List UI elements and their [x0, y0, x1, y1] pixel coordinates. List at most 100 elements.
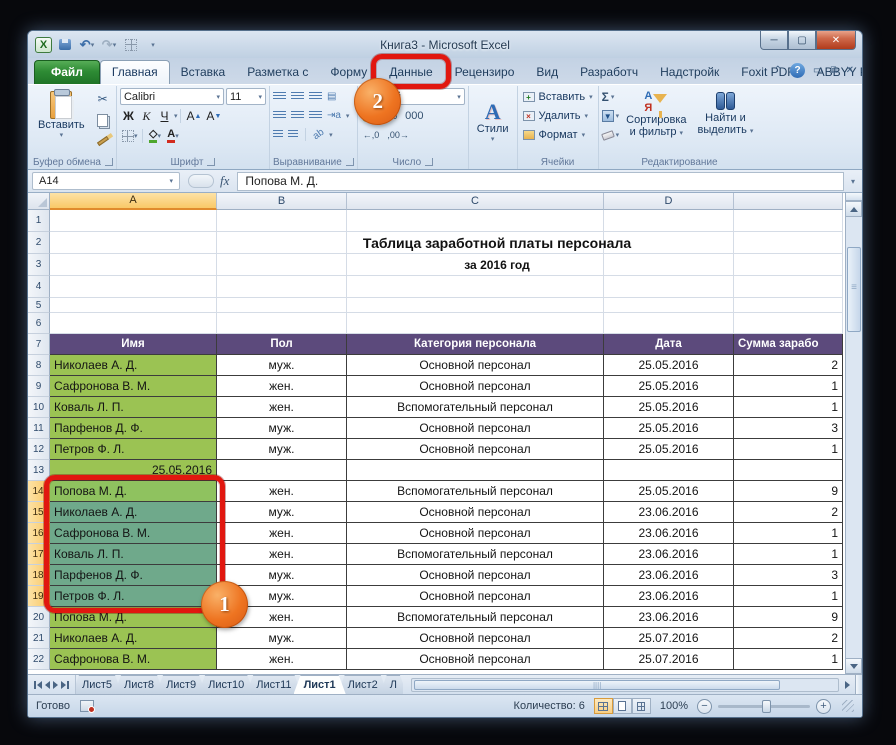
select-all-corner[interactable] — [28, 193, 50, 210]
format-painter-button[interactable] — [93, 132, 113, 150]
cell-r3c0[interactable] — [50, 254, 217, 276]
cell-D21[interactable]: 25.07.2016 — [604, 628, 734, 649]
workbook-minimize-icon[interactable]: ▭ — [813, 65, 822, 76]
font-dialog-launcher[interactable] — [207, 158, 216, 166]
cell-C22[interactable]: Основной персонал — [347, 649, 604, 670]
cell-r5c3[interactable] — [604, 298, 734, 313]
restore-button[interactable]: ▢ — [788, 31, 816, 50]
decrease-indent-icon[interactable] — [272, 130, 283, 139]
cell-r6c1[interactable] — [217, 313, 347, 334]
cell-A10[interactable]: Коваль Л. П. — [50, 397, 217, 418]
increase-decimal-button[interactable]: ←,0 — [363, 130, 380, 140]
row-header-10[interactable]: 10 — [28, 397, 50, 418]
sheet-tab-Лист2[interactable]: Лист2 — [338, 675, 388, 694]
cell-A19[interactable]: Петров Ф. Л. — [50, 586, 217, 607]
font-color-button[interactable]: А ▾ — [164, 128, 181, 145]
table-header-Имя[interactable]: Имя — [50, 334, 217, 355]
cell-E15[interactable]: 2 — [734, 502, 843, 523]
cell-r1c2[interactable] — [347, 210, 604, 232]
column-header-E[interactable] — [734, 193, 843, 210]
number-format-select[interactable]: Общий ▾ — [360, 88, 465, 105]
cut-button[interactable]: ✂ — [93, 90, 113, 108]
decrease-decimal-button[interactable]: ,00→ — [387, 130, 409, 140]
find-select-button[interactable]: Найти и выделить ▾ — [694, 88, 758, 140]
page-layout-view-button[interactable] — [612, 698, 632, 714]
cell-C16[interactable]: Основной персонал — [347, 523, 604, 544]
cell-B9[interactable]: жен. — [217, 376, 347, 397]
cell-A20[interactable]: Попова М. Д. — [50, 607, 217, 628]
horizontal-scroll-thumb[interactable] — [413, 679, 781, 690]
percent-style-button[interactable]: % — [387, 110, 397, 122]
horizontal-scrollbar[interactable] — [403, 675, 862, 694]
zoom-in-button[interactable]: + — [816, 698, 831, 714]
macro-record-icon[interactable] — [79, 700, 95, 713]
cell-D13[interactable] — [604, 460, 734, 481]
page-break-view-button[interactable] — [631, 698, 651, 714]
cell-C20[interactable]: Вспомогательный персонал — [347, 607, 604, 628]
cell-B19[interactable]: муж. — [217, 586, 347, 607]
cell-r2c0[interactable] — [50, 232, 217, 254]
cell-r5c4[interactable] — [734, 298, 843, 313]
cell-r4c1[interactable] — [217, 276, 347, 298]
cell-B17[interactable]: жен. — [217, 544, 347, 565]
row-header-22[interactable]: 22 — [28, 649, 50, 670]
zoom-level[interactable]: 100% — [660, 700, 688, 712]
cell-E14[interactable]: 9 — [734, 481, 843, 502]
shrink-font-button[interactable]: А ▼ — [204, 108, 223, 125]
cell-C14[interactable]: Вспомогательный персонал — [347, 481, 604, 502]
cell-r2c1[interactable] — [217, 232, 347, 254]
cell-r3c1[interactable] — [217, 254, 347, 276]
tab-Вид[interactable]: Вид — [525, 61, 569, 84]
italic-button[interactable]: К — [138, 108, 155, 125]
vertical-scrollbar[interactable] — [845, 193, 862, 674]
row-header-13[interactable]: 13 — [28, 460, 50, 481]
cell-C15[interactable]: Основной персонал — [347, 502, 604, 523]
cell-C21[interactable]: Основной персонал — [347, 628, 604, 649]
sheet-tab-Лист11[interactable]: Лист11 — [246, 675, 301, 694]
cell-r3c3[interactable] — [604, 254, 734, 276]
tab-Форму[interactable]: Форму — [319, 61, 378, 84]
scroll-up-button[interactable] — [846, 201, 862, 217]
cell-E19[interactable]: 1 — [734, 586, 843, 607]
help-icon[interactable]: ? — [790, 63, 806, 78]
zoom-slider-thumb[interactable] — [762, 699, 771, 713]
sheet-tab-Лист9[interactable]: Лист9 — [156, 675, 206, 694]
minimize-button[interactable]: ─ — [760, 31, 788, 50]
first-sheet-button[interactable] — [34, 680, 42, 689]
cell-D17[interactable]: 23.06.2016 — [604, 544, 734, 565]
row-header-4[interactable]: 4 — [28, 276, 50, 298]
cell-B11[interactable]: муж. — [217, 418, 347, 439]
row-header-14[interactable]: 14 — [28, 481, 50, 502]
cell-B22[interactable]: жен. — [217, 649, 347, 670]
cell-D18[interactable]: 23.06.2016 — [604, 565, 734, 586]
vertical-split-handle[interactable] — [846, 193, 862, 201]
cell-B21[interactable]: муж. — [217, 628, 347, 649]
align-right-icon[interactable] — [308, 111, 322, 120]
cell-C10[interactable]: Вспомогательный персонал — [347, 397, 604, 418]
column-header-B[interactable]: B — [217, 193, 347, 210]
cell-C18[interactable]: Основной персонал — [347, 565, 604, 586]
workbook-restore-icon[interactable]: ⧉ — [830, 65, 837, 76]
orientation-icon[interactable]: ab — [311, 127, 326, 142]
cell-r6c4[interactable] — [734, 313, 843, 334]
cell-r1c1[interactable] — [217, 210, 347, 232]
cell-E21[interactable]: 2 — [734, 628, 843, 649]
delete-cells-button[interactable]: Удалить▾ — [521, 107, 595, 125]
row-header-2[interactable]: 2 — [28, 232, 50, 254]
column-header-D[interactable]: D — [604, 193, 734, 210]
sheet-tab-Лист1[interactable]: Лист1 — [294, 675, 346, 694]
cell-r4c0[interactable] — [50, 276, 217, 298]
row-header-1[interactable]: 1 — [28, 210, 50, 232]
cell-D8[interactable]: 25.05.2016 — [604, 355, 734, 376]
cell-B10[interactable]: жен. — [217, 397, 347, 418]
cell-E13[interactable] — [734, 460, 843, 481]
cell-D10[interactable]: 25.05.2016 — [604, 397, 734, 418]
normal-view-button[interactable] — [593, 698, 613, 714]
tab-Файл[interactable]: Файл — [34, 60, 100, 84]
table-header-Категория-персонала[interactable]: Категория персонала — [347, 334, 604, 355]
close-button[interactable]: ✕ — [816, 31, 856, 50]
cell-r5c1[interactable] — [217, 298, 347, 313]
cell-A17[interactable]: Коваль Л. П. — [50, 544, 217, 565]
alignment-dialog-launcher[interactable] — [345, 158, 354, 166]
cell-r1c0[interactable] — [50, 210, 217, 232]
